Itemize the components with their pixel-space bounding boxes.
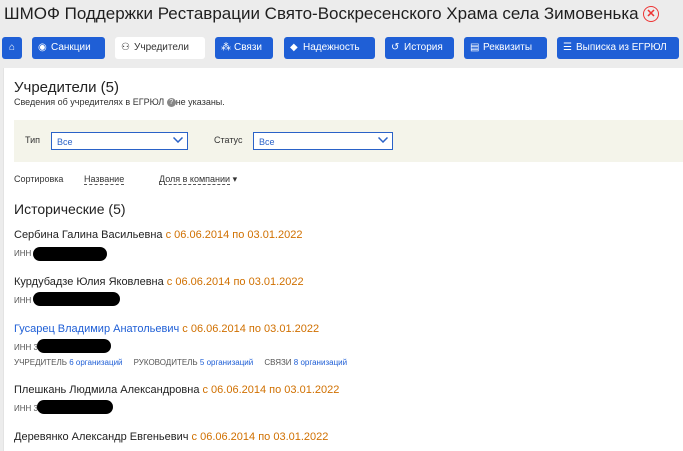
globe-icon: ◉ bbox=[38, 42, 47, 53]
founder-name-row: Гусарец Владимир Анатольевич с 06.06.201… bbox=[14, 323, 319, 335]
chevron-down-icon: ▾ bbox=[232, 174, 238, 184]
document-icon: ▤ bbox=[470, 42, 480, 53]
tab-label: Санкции bbox=[51, 42, 91, 53]
founder-orgs-link[interactable]: 6 организаций bbox=[69, 358, 122, 367]
redacted-inn bbox=[37, 400, 113, 414]
sort-by-name[interactable]: Название bbox=[84, 174, 125, 185]
sort-label: Сортировка bbox=[14, 174, 64, 184]
founder-dates: с 06.06.2014 по 03.01.2022 bbox=[166, 276, 304, 288]
tab-founders[interactable]: ⚇ Учредители bbox=[115, 37, 205, 59]
founder-dates: с 06.06.2014 по 03.01.2022 bbox=[191, 431, 329, 443]
chevron-down-icon bbox=[378, 137, 388, 143]
home-icon: ⌂ bbox=[8, 42, 16, 53]
inn-label: ИНН 3 bbox=[14, 404, 38, 413]
founder-dates: с 06.06.2014 по 03.01.2022 bbox=[182, 323, 320, 335]
founder-dates: с 06.06.2014 по 03.01.2022 bbox=[165, 229, 303, 241]
tab-label: Выписка из ЕГРЮЛ bbox=[576, 42, 667, 53]
page-title: ШМОФ Поддержки Реставрации Свято-Воскрес… bbox=[4, 4, 639, 23]
redacted-inn bbox=[37, 339, 111, 353]
founder-name-row: Сербина Галина Васильевна с 06.06.2014 п… bbox=[14, 229, 303, 241]
tab-label: Связи bbox=[234, 42, 263, 53]
founder-link[interactable]: Гусарец Владимир Анатольевич bbox=[14, 323, 179, 335]
network-icon: ⁂ bbox=[221, 42, 231, 53]
historical-heading: Исторические (5) bbox=[14, 201, 126, 217]
inn-label: ИНН 3 bbox=[14, 343, 38, 352]
redacted-inn bbox=[33, 292, 120, 306]
links-orgs-link[interactable]: 8 организаций bbox=[294, 358, 347, 367]
founder-relations: УЧРЕДИТЕЛЬ 6 организаций РУКОВОДИТЕЛЬ 5 … bbox=[14, 358, 348, 367]
close-icon[interactable]: ✕ bbox=[643, 6, 659, 22]
type-filter-select[interactable]: Все bbox=[51, 132, 188, 150]
tab-sanctions[interactable]: ◉ Санкции bbox=[32, 37, 105, 59]
founder-name-row: Плешкань Людмила Александровна с 06.06.2… bbox=[14, 384, 340, 396]
list-icon: ☰ bbox=[563, 42, 572, 53]
filter-bar: Тип Все Статус Все bbox=[14, 120, 683, 162]
redacted-inn bbox=[33, 247, 107, 261]
inn-label: ИНН bbox=[14, 296, 32, 305]
tab-label: Реквизиты bbox=[483, 42, 533, 53]
shield-icon: ◆ bbox=[290, 42, 298, 53]
chevron-down-icon bbox=[173, 137, 183, 143]
founders-panel: Учредители (5) Сведения об учредителях в… bbox=[3, 68, 683, 451]
tab-requisites[interactable]: ▤ Реквизиты bbox=[464, 37, 547, 59]
section-subtitle: Сведения об учредителях в ЕГРЮЛ ? не указ… bbox=[14, 97, 225, 108]
founder-dates: с 06.06.2014 по 03.01.2022 bbox=[202, 384, 340, 396]
section-title: Учредители (5) bbox=[14, 79, 120, 96]
founder-name-row: Деревянко Александр Евгеньевич с 06.06.2… bbox=[14, 431, 329, 443]
people-icon: ⚇ bbox=[121, 42, 130, 53]
type-filter-label: Тип bbox=[25, 135, 41, 145]
tab-label: История bbox=[404, 42, 443, 53]
tab-links[interactable]: ⁂ Связи bbox=[215, 37, 273, 59]
tab-history[interactable]: ↺ История bbox=[385, 37, 454, 59]
founder-name-row: Курдубадзе Юлия Яковлевна с 06.06.2014 п… bbox=[14, 276, 304, 288]
inn-label: ИНН bbox=[14, 249, 32, 258]
history-icon: ↺ bbox=[391, 42, 400, 53]
sort-by-share[interactable]: Доля в компании ▾ bbox=[159, 174, 237, 185]
tab-home[interactable]: ⌂ bbox=[2, 37, 22, 59]
status-filter-label: Статус bbox=[214, 135, 243, 145]
tab-egrul-extract[interactable]: ☰ Выписка из ЕГРЮЛ bbox=[557, 37, 679, 59]
tab-reliability[interactable]: ◆ Надежность bbox=[284, 37, 375, 59]
manager-orgs-link[interactable]: 5 организаций bbox=[200, 358, 253, 367]
tab-label: Учредители bbox=[134, 42, 190, 53]
status-filter-select[interactable]: Все bbox=[253, 132, 393, 150]
tab-label: Надежность bbox=[303, 42, 360, 53]
header: ШМОФ Поддержки Реставрации Свято-Воскрес… bbox=[0, 0, 683, 68]
help-icon[interactable]: ? bbox=[166, 98, 176, 108]
